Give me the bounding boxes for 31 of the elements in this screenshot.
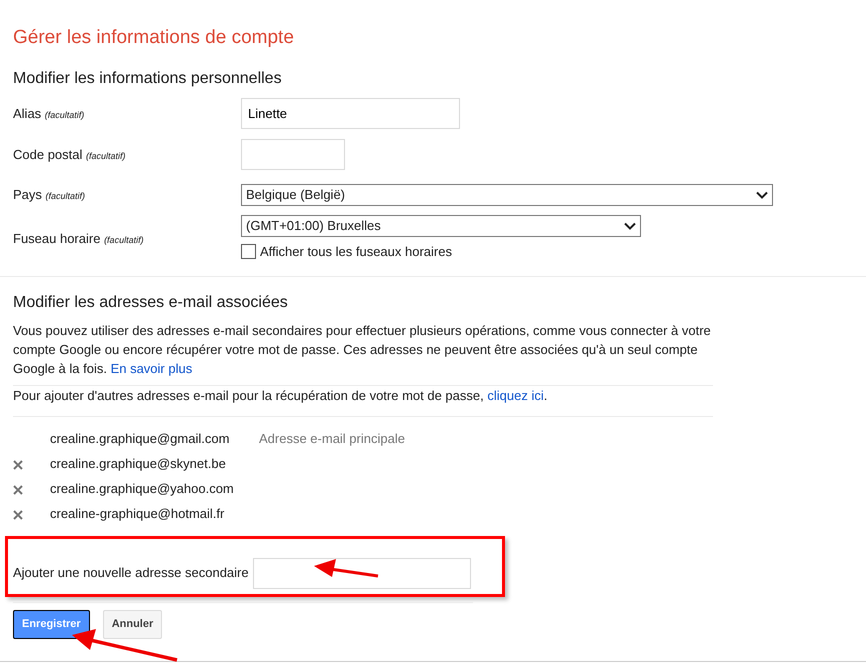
link[interactable]: cliquez ici: [487, 388, 544, 402]
checkbox-label: Afficher tous les fuseaux horaires: [260, 243, 452, 261]
field-label: Fuseau horaire (facultatif): [13, 230, 145, 248]
page-title: Gérer les informations de compte: [13, 26, 295, 50]
email-note: Adresse e-mail principale: [259, 430, 405, 448]
email-address: crealine.graphique@skynet.be: [50, 455, 227, 474]
arrow: [313, 558, 379, 578]
text-field[interactable]: [252, 558, 471, 588]
dropdown[interactable]: Belgique (België): [241, 184, 773, 206]
caret-icon: [756, 191, 768, 199]
field-label: Pays (facultatif): [13, 186, 86, 204]
remove-icon[interactable]: [13, 460, 23, 470]
remove-icon[interactable]: [13, 510, 23, 520]
remove-icon[interactable]: [13, 484, 23, 495]
email-address: crealine.graphique@gmail.com: [50, 430, 230, 448]
section-heading: Modifier les informations personnelles: [13, 69, 283, 89]
dropdown[interactable]: (GMT+01:00) Bruxelles: [241, 215, 641, 237]
email-address: crealine-graphique@hotmail.fr: [50, 505, 226, 524]
field-label: Ajouter une nouvelle adresse secondaire: [13, 564, 249, 582]
text-field[interactable]: Linette: [241, 98, 460, 129]
button[interactable]: Annuler: [102, 610, 162, 638]
caret-icon: [624, 222, 636, 230]
paragraph: Pour ajouter d'autres adresses e-mail pour la récupération de votre mot de passe, cliquez ici.: [13, 386, 548, 404]
link[interactable]: En savoir plus: [110, 360, 192, 376]
paragraph: Vous pouvez utiliser des adresses e-mail secondaires pour effectuer plusieurs opérations, comme vous connecter à votre compte Google ou encore récupérer votre mot de passe. Ces adresses ne peuvent être associées qu'à un seul compte Google à la fois. En savoir plus: [13, 322, 712, 378]
checkbox[interactable]: [241, 244, 256, 260]
field-label: Alias (facultatif): [13, 104, 86, 123]
field-label: Code postal (facultatif): [13, 146, 127, 164]
section-heading: Modifier les adresses e-mail associées: [13, 292, 289, 312]
email-address: crealine.graphique@yahoo.com: [50, 480, 235, 498]
text-field[interactable]: [241, 139, 345, 170]
